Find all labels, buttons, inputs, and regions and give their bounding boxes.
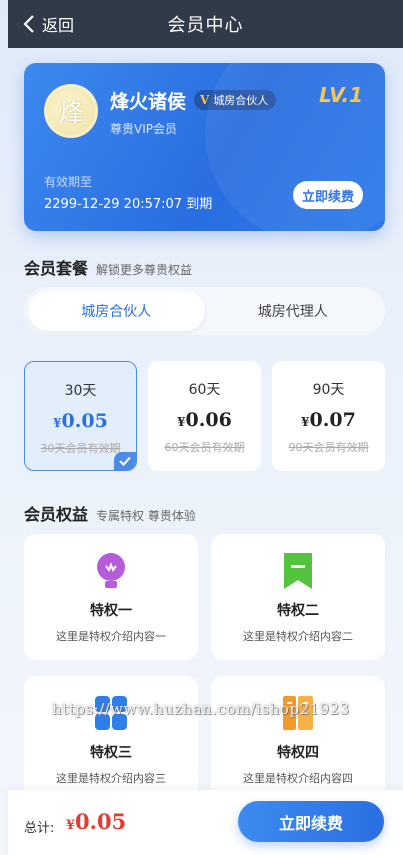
plan-list: 30天 ¥0.05 30天会员有效期 60天 ¥0.06 60天会员有效期 90… bbox=[24, 361, 385, 471]
plan-name: 60天 bbox=[188, 382, 221, 398]
back-button[interactable]: 返回 bbox=[22, 0, 74, 48]
benefit-desc: 这里是特权介绍内容四 bbox=[243, 772, 353, 785]
total-amount: ¥0.05 bbox=[66, 809, 127, 834]
plan-price: ¥0.05 bbox=[53, 410, 108, 432]
member-badge: V 城房合伙人 bbox=[194, 90, 277, 110]
packages-title: 会员套餐 bbox=[24, 259, 89, 278]
benefit-title: 特权三 bbox=[90, 745, 132, 761]
benefit-card-2[interactable]: 特权二 这里是特权介绍内容二 bbox=[211, 534, 385, 660]
lightbulb-icon bbox=[97, 553, 125, 588]
tab-partner[interactable]: 城房合伙人 bbox=[28, 291, 205, 331]
plan-note: 60天会员有效期 bbox=[164, 441, 245, 454]
benefit-card-4[interactable]: 特权四 这里是特权介绍内容四 bbox=[211, 676, 385, 802]
plan-90-days[interactable]: 90天 ¥0.07 90天会员有效期 bbox=[272, 361, 385, 471]
plan-60-days[interactable]: 60天 ¥0.06 60天会员有效期 bbox=[148, 361, 261, 471]
bottom-bar: 总计: ¥0.05 立即续费 bbox=[8, 790, 403, 855]
badge-label: 城房合伙人 bbox=[213, 94, 269, 107]
packages-header: 会员套餐 解锁更多尊贵权益 bbox=[24, 255, 192, 279]
benefits-subtitle: 专属特权 尊贵体验 bbox=[96, 509, 196, 523]
plan-30-days[interactable]: 30天 ¥0.05 30天会员有效期 bbox=[24, 361, 137, 471]
tab-agent[interactable]: 城房代理人 bbox=[205, 291, 382, 331]
avatar[interactable]: 烽 bbox=[44, 84, 98, 138]
benefit-title: 特权一 bbox=[90, 603, 132, 619]
bookmark-icon bbox=[284, 553, 312, 589]
benefit-title: 特权四 bbox=[277, 745, 319, 761]
page-title: 会员中心 bbox=[167, 15, 244, 36]
chevron-left-icon bbox=[23, 15, 34, 33]
benefits-header: 会员权益 专属特权 尊贵体验 bbox=[24, 501, 196, 525]
benefit-desc: 这里是特权介绍内容二 bbox=[243, 630, 353, 643]
watermark-text: https://www.huzhan.com/ishop21923 bbox=[52, 700, 350, 718]
plan-name: 90天 bbox=[312, 382, 345, 398]
vip-label: 尊贵VIP会员 bbox=[110, 122, 177, 136]
total-label: 总计: bbox=[24, 821, 55, 836]
benefits-title: 会员权益 bbox=[24, 505, 89, 524]
plan-name: 30天 bbox=[64, 383, 97, 399]
expiry-date: 2299-12-29 20:57:07 到期 bbox=[44, 197, 213, 212]
back-label: 返回 bbox=[42, 16, 75, 35]
renew-button-card[interactable]: 立即续费 bbox=[293, 181, 363, 209]
plan-price: ¥0.07 bbox=[301, 409, 356, 431]
plan-note: 90天会员有效期 bbox=[288, 441, 369, 454]
benefit-title: 特权二 bbox=[277, 603, 319, 619]
renew-button[interactable]: 立即续费 bbox=[238, 801, 384, 842]
member-card: 烽 烽火诸侯 V 城房合伙人 LV.1 尊贵VIP会员 有效期至 2299-12… bbox=[24, 63, 385, 231]
vip-v-icon: V bbox=[200, 93, 210, 107]
benefit-card-1[interactable]: 特权一 这里是特权介绍内容一 bbox=[24, 534, 198, 660]
package-tabs: 城房合伙人 城房代理人 bbox=[24, 287, 385, 335]
level-label: LV.1 bbox=[319, 83, 363, 107]
benefit-desc: 这里是特权介绍内容一 bbox=[56, 630, 166, 643]
plan-price: ¥0.06 bbox=[177, 409, 232, 431]
check-icon bbox=[114, 452, 136, 470]
packages-subtitle: 解锁更多尊贵权益 bbox=[96, 263, 193, 277]
nav-bar: 返回 会员中心 bbox=[8, 0, 403, 48]
benefit-card-3[interactable]: 特权三 这里是特权介绍内容三 bbox=[24, 676, 198, 802]
user-name: 烽火诸侯 bbox=[110, 91, 187, 113]
expiry-label: 有效期至 bbox=[44, 175, 93, 189]
benefit-desc: 这里是特权介绍内容三 bbox=[56, 772, 166, 785]
